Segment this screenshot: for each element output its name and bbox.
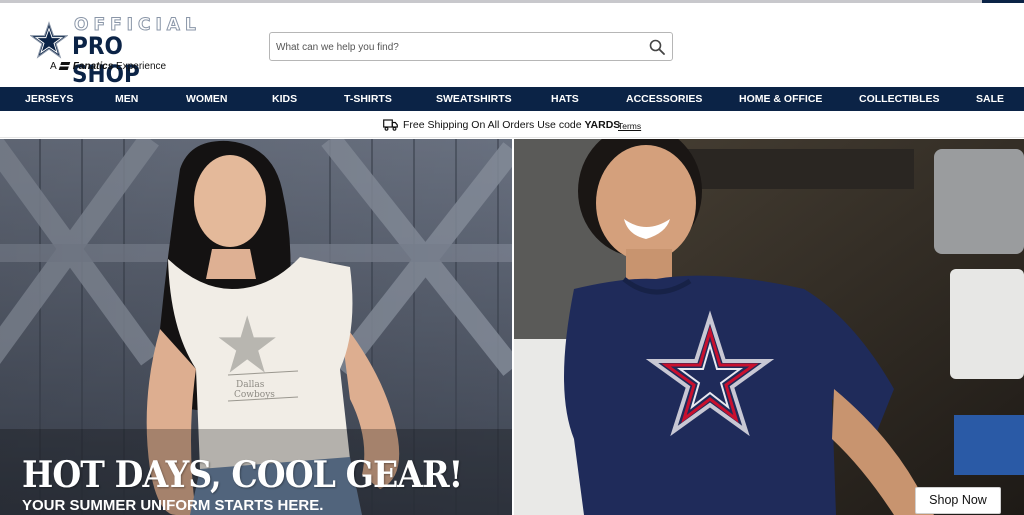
- tagline-prefix: A: [50, 61, 57, 72]
- hero-subline: YOUR SUMMER UNIFORM STARTS HERE.: [22, 497, 324, 514]
- star-icon: [30, 21, 68, 59]
- shirt-print-line1: Dallas: [236, 380, 265, 390]
- nav-item-accessories[interactable]: ACCESSORIES: [626, 87, 702, 111]
- promo-text: Free Shipping On All Orders Use code YAR…: [403, 119, 620, 131]
- terms-link[interactable]: Terms: [618, 121, 641, 131]
- nav-item-t-shirts[interactable]: T-SHIRTS: [344, 87, 392, 111]
- truck-icon: [383, 119, 398, 131]
- logo-pro-shop-text: PRO SHOP: [72, 32, 140, 88]
- nav-item-sweatshirts[interactable]: SWEATSHIRTS: [436, 87, 512, 111]
- tagline-suffix: Experience: [116, 61, 167, 72]
- site-header: OFFICIAL PRO SHOP A Fanatics Experience: [0, 3, 1024, 88]
- nav-item-kids[interactable]: KIDS: [272, 87, 297, 111]
- hero-image-men-tee[interactable]: [514, 139, 1024, 515]
- pro-shop-logo[interactable]: OFFICIAL PRO SHOP A Fanatics Experience: [28, 15, 198, 88]
- shop-now-button[interactable]: Shop Now: [915, 487, 1001, 514]
- search-icon[interactable]: [649, 39, 665, 55]
- promo-message: Free Shipping On All Orders Use code: [403, 119, 582, 131]
- nav-item-jerseys[interactable]: JERSEYS: [25, 87, 73, 111]
- nav-item-hats[interactable]: HATS: [551, 87, 579, 111]
- shirt-print-line2: Cowboys: [234, 390, 275, 400]
- search-bar[interactable]: [269, 32, 673, 61]
- fanatics-experience-tagline: A Fanatics Experience: [50, 61, 166, 72]
- promo-code: YARDS: [584, 119, 621, 131]
- nav-item-men[interactable]: MEN: [115, 87, 138, 111]
- search-input[interactable]: [276, 38, 636, 56]
- fanatics-flag-icon: [58, 62, 71, 70]
- nav-item-home-office[interactable]: HOME & OFFICE: [739, 87, 822, 111]
- nav-item-collectibles[interactable]: COLLECTIBLES: [859, 87, 940, 111]
- main-navigation: JERSEYS MEN WOMEN KIDS T-SHIRTS SWEATSHI…: [0, 87, 1024, 111]
- hero-right-illustration: [514, 139, 1024, 515]
- hero-headline: HOT DAYS, COOL GEAR!: [22, 454, 463, 496]
- nav-item-sale[interactable]: SALE: [976, 87, 1004, 111]
- nav-item-women[interactable]: WOMEN: [186, 87, 227, 111]
- promo-banner: Free Shipping On All Orders Use code YAR…: [0, 111, 1024, 138]
- tagline-brand: Fanatics: [72, 61, 114, 72]
